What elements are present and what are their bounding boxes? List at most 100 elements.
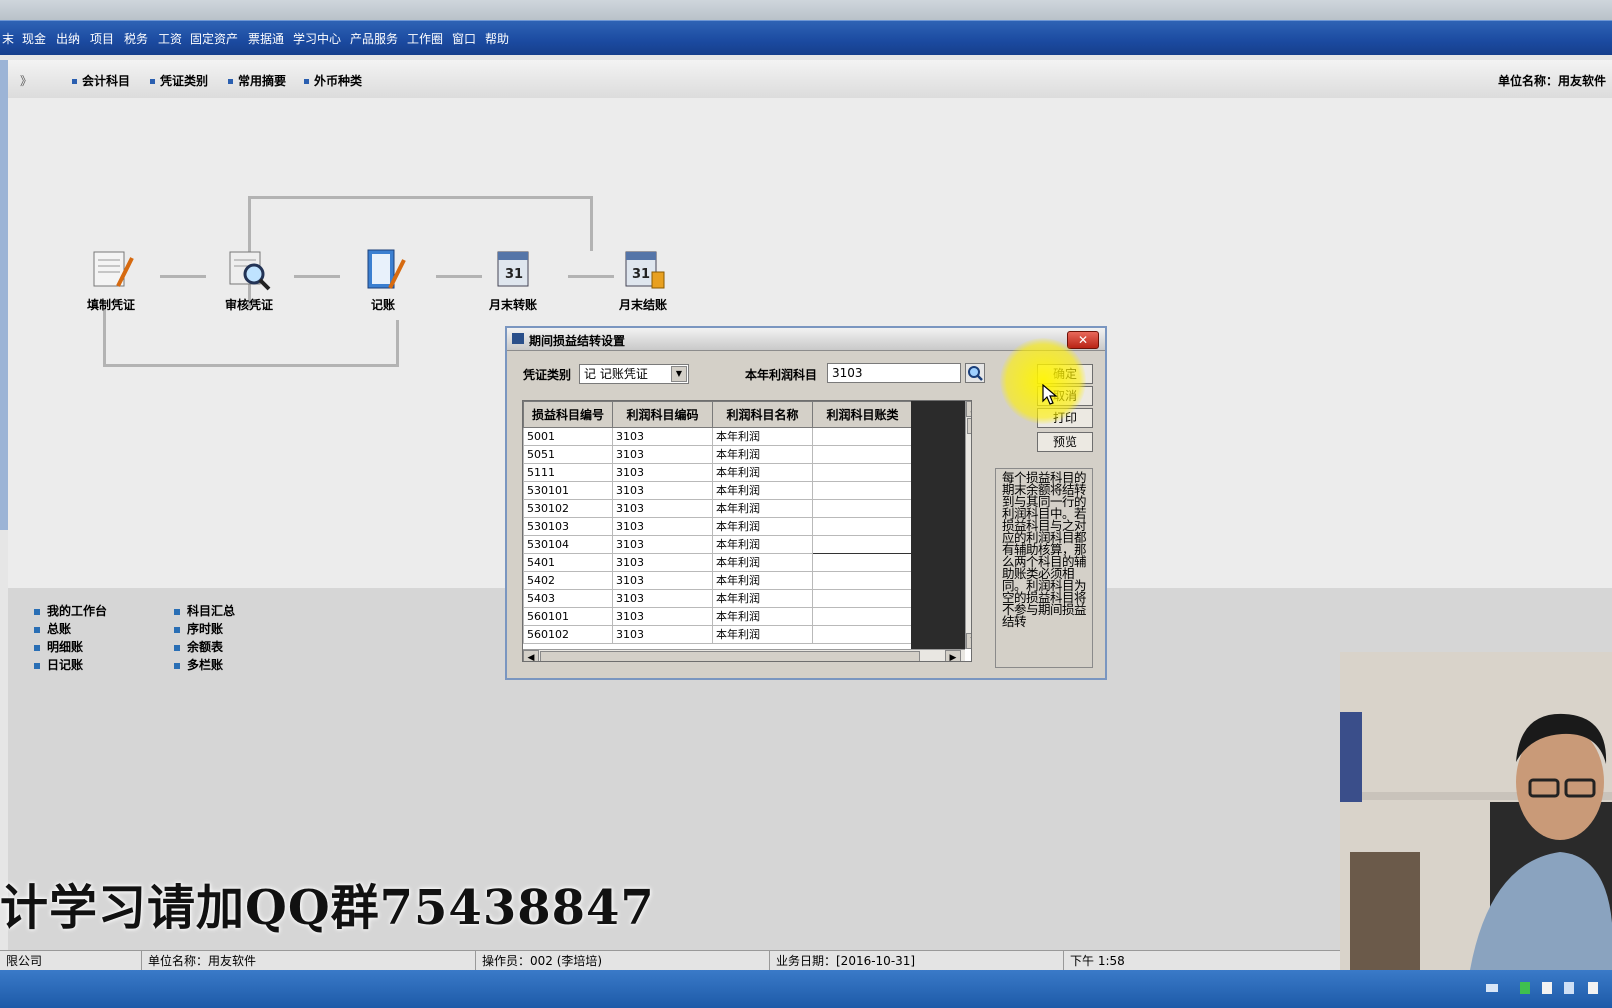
keyboard-icon[interactable] bbox=[1486, 984, 1498, 992]
transfer-grid[interactable]: 损益科目编号 利润科目编码 利润科目名称 利润科目账类 5001 3103 本年利润… bbox=[522, 400, 972, 662]
voucher-type-select[interactable]: 记 记账凭证 ▼ bbox=[579, 364, 689, 384]
scroll-thumb[interactable] bbox=[967, 418, 971, 434]
column-header[interactable]: 损益科目编号 bbox=[523, 401, 613, 428]
flow-node-audit-voucher[interactable]: 审核凭证 bbox=[204, 246, 294, 313]
table-cell[interactable] bbox=[812, 535, 913, 554]
menu-item-cashier[interactable]: 出纳 bbox=[56, 30, 80, 47]
profit-account-input[interactable]: 3103 bbox=[827, 363, 961, 383]
table-cell[interactable]: 本年利润 bbox=[712, 535, 813, 554]
table-cell[interactable] bbox=[812, 607, 913, 626]
menu-item-project[interactable]: 项目 bbox=[90, 30, 114, 47]
toolbar-voucher-types[interactable]: 凭证类别 bbox=[150, 72, 208, 89]
table-cell[interactable] bbox=[812, 553, 913, 572]
link-multi-column[interactable]: 多栏账 bbox=[174, 656, 223, 673]
table-cell[interactable]: 本年利润 bbox=[712, 571, 813, 590]
table-row[interactable]: 530101 3103 本年利润 bbox=[523, 481, 913, 500]
table-cell[interactable]: 本年利润 bbox=[712, 553, 813, 572]
scroll-thumb[interactable] bbox=[540, 651, 920, 661]
link-chronological[interactable]: 序时账 bbox=[174, 620, 223, 637]
tray-icon[interactable] bbox=[1588, 982, 1598, 994]
menu-item-cash[interactable]: 现金 bbox=[22, 30, 46, 47]
table-cell[interactable]: 3103 bbox=[612, 607, 713, 626]
table-cell[interactable]: 3103 bbox=[612, 427, 713, 446]
link-journal[interactable]: 日记账 bbox=[34, 656, 83, 673]
menu-item-window[interactable]: 窗口 bbox=[452, 30, 476, 47]
table-cell[interactable]: 3103 bbox=[612, 625, 713, 644]
menu-item-workcircle[interactable]: 工作圈 bbox=[407, 30, 443, 47]
scroll-right-icon[interactable]: ▶ bbox=[945, 650, 961, 661]
menu-item-tax[interactable]: 税务 bbox=[124, 30, 148, 47]
link-account-summary[interactable]: 科目汇总 bbox=[174, 602, 235, 619]
table-row[interactable]: 5401 3103 本年利润 bbox=[523, 553, 913, 572]
table-cell[interactable]: 3103 bbox=[612, 517, 713, 536]
table-cell[interactable]: 3103 bbox=[612, 553, 713, 572]
chevron-down-icon[interactable]: ▼ bbox=[671, 366, 687, 382]
table-cell[interactable]: 530103 bbox=[523, 517, 613, 536]
table-cell[interactable]: 本年利润 bbox=[712, 463, 813, 482]
table-cell[interactable]: 3103 bbox=[612, 499, 713, 518]
table-cell[interactable]: 本年利润 bbox=[712, 589, 813, 608]
table-cell[interactable] bbox=[812, 463, 913, 482]
menu-item[interactable]: 末 bbox=[2, 30, 14, 47]
tray-icon[interactable] bbox=[1564, 982, 1574, 994]
flow-node-bookkeeping[interactable]: 记账 bbox=[338, 246, 428, 313]
scroll-down-icon[interactable]: ▼ bbox=[966, 633, 971, 649]
table-cell[interactable] bbox=[812, 427, 913, 446]
table-cell[interactable]: 本年利润 bbox=[712, 481, 813, 500]
menu-item-help[interactable]: 帮助 bbox=[485, 30, 509, 47]
column-header[interactable]: 利润科目名称 bbox=[712, 401, 813, 428]
close-icon[interactable]: ✕ bbox=[1067, 331, 1099, 349]
table-cell[interactable]: 5111 bbox=[523, 463, 613, 482]
expand-icon[interactable]: 》 bbox=[20, 72, 32, 89]
column-header[interactable]: 利润科目编码 bbox=[612, 401, 713, 428]
link-my-workbench[interactable]: 我的工作台 bbox=[34, 602, 107, 619]
table-cell[interactable]: 530102 bbox=[523, 499, 613, 518]
menu-item-products[interactable]: 产品服务 bbox=[350, 30, 398, 47]
vertical-scrollbar[interactable]: ▲ ▼ bbox=[965, 401, 971, 649]
table-cell[interactable]: 本年利润 bbox=[712, 427, 813, 446]
table-cell[interactable]: 本年利润 bbox=[712, 499, 813, 518]
table-cell[interactable] bbox=[812, 481, 913, 500]
search-icon[interactable] bbox=[965, 363, 985, 383]
tray-icon[interactable] bbox=[1542, 982, 1552, 994]
table-cell[interactable]: 5403 bbox=[523, 589, 613, 608]
table-row[interactable]: 5051 3103 本年利润 bbox=[523, 445, 913, 464]
scroll-up-icon[interactable]: ▲ bbox=[966, 401, 971, 417]
scroll-left-icon[interactable]: ◀ bbox=[523, 650, 539, 661]
table-cell[interactable]: 3103 bbox=[612, 463, 713, 482]
toolbar-common-summary[interactable]: 常用摘要 bbox=[228, 72, 286, 89]
table-cell[interactable]: 5051 bbox=[523, 445, 613, 464]
horizontal-scrollbar[interactable]: ◀ ▶ bbox=[523, 649, 965, 661]
flow-node-fill-voucher[interactable]: 填制凭证 bbox=[66, 246, 156, 313]
table-cell[interactable] bbox=[812, 571, 913, 590]
table-cell[interactable]: 5401 bbox=[523, 553, 613, 572]
table-row[interactable]: 530104 3103 本年利润 bbox=[523, 535, 913, 554]
table-cell[interactable] bbox=[812, 445, 913, 464]
table-row[interactable]: 530103 3103 本年利润 bbox=[523, 517, 913, 536]
flow-node-month-end-close[interactable]: 31 月末结账 bbox=[598, 246, 688, 313]
link-detail-ledger[interactable]: 明细账 bbox=[34, 638, 83, 655]
table-row[interactable]: 560102 3103 本年利润 bbox=[523, 625, 913, 644]
link-balance-sheet[interactable]: 余额表 bbox=[174, 638, 223, 655]
menu-item-fixed-assets[interactable]: 固定资产 bbox=[190, 30, 238, 47]
menu-item-learning[interactable]: 学习中心 bbox=[293, 30, 341, 47]
table-row[interactable]: 530102 3103 本年利润 bbox=[523, 499, 913, 518]
flow-node-month-end-transfer[interactable]: 31 月末转账 bbox=[468, 246, 558, 313]
table-cell[interactable] bbox=[812, 499, 913, 518]
preview-button[interactable]: 预览 bbox=[1037, 432, 1093, 452]
toolbar-currency[interactable]: 外币种类 bbox=[304, 72, 362, 89]
table-row[interactable]: 5001 3103 本年利润 bbox=[523, 427, 913, 446]
table-cell[interactable]: 3103 bbox=[612, 589, 713, 608]
table-cell[interactable]: 本年利润 bbox=[712, 517, 813, 536]
table-cell[interactable]: 560101 bbox=[523, 607, 613, 626]
toolbar-accounts[interactable]: 会计科目 bbox=[72, 72, 130, 89]
tray-icon[interactable] bbox=[1520, 982, 1530, 994]
table-cell[interactable]: 530101 bbox=[523, 481, 613, 500]
table-cell[interactable]: 3103 bbox=[612, 571, 713, 590]
column-header[interactable]: 利润科目账类 bbox=[812, 401, 913, 428]
table-cell[interactable] bbox=[812, 625, 913, 644]
table-cell[interactable]: 5402 bbox=[523, 571, 613, 590]
table-row[interactable]: 5111 3103 本年利润 bbox=[523, 463, 913, 482]
table-cell[interactable]: 本年利润 bbox=[712, 445, 813, 464]
table-row[interactable]: 5402 3103 本年利润 bbox=[523, 571, 913, 590]
